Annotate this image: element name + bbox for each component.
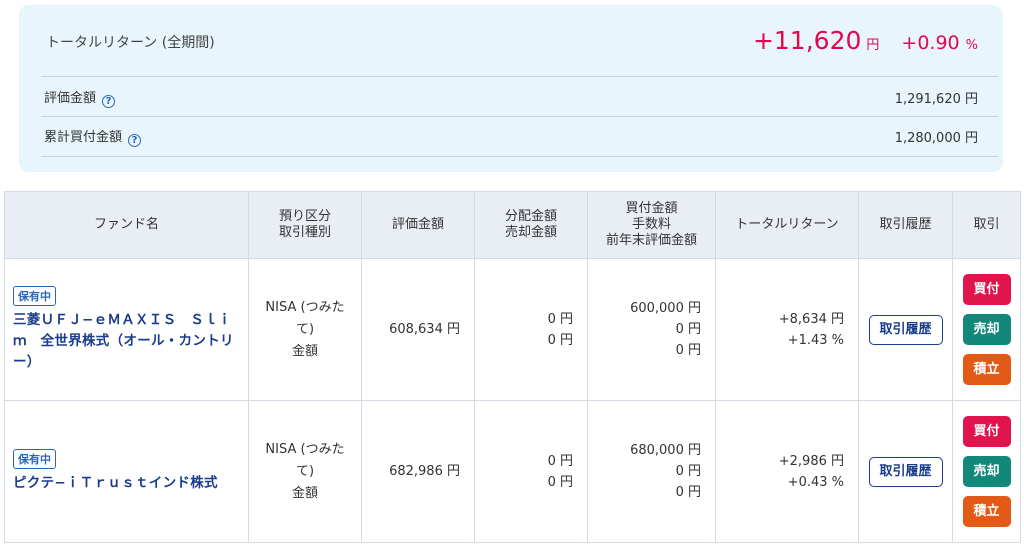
help-icon[interactable]: ?	[102, 94, 116, 108]
sell-button[interactable]: 売却	[962, 314, 1011, 345]
accumulate-button[interactable]: 積立	[962, 354, 1011, 385]
header-custody-2: 取引種別	[278, 225, 331, 240]
total-return-pct-unit: %	[965, 38, 978, 53]
total-return-cell: +2,986 円 +0.43 %	[715, 400, 859, 543]
fee-amount: 0 円	[675, 322, 701, 337]
total-return-pct: +0.90	[901, 32, 960, 54]
history-cell: 取引履歴	[858, 258, 953, 401]
cumulative-buy-label: 累計買付金額	[44, 129, 123, 145]
header-buy-1: 買付金額	[625, 201, 678, 216]
return-amount: +2,986 円	[778, 453, 844, 469]
buy-amount: 680,000 円	[630, 443, 701, 458]
custody-line-3: 金額	[291, 343, 318, 359]
fund-holdings-table: ファンド名 預り区分 取引種別 評価金額 分配金額 売却金額 買付金額 手数料 …	[4, 191, 1021, 543]
help-icon[interactable]: ?	[128, 133, 142, 147]
total-return-row: トータルリターン (全期間) +11,620 円 +0.90 %	[46, 26, 978, 72]
history-cell: 取引履歴	[858, 400, 953, 543]
valuation-cell: 608,634 円	[361, 258, 475, 401]
header-distribution-1: 分配金額	[504, 209, 557, 224]
custody-line-2: て)	[295, 321, 315, 337]
valuation-label: 評価金額	[44, 90, 97, 106]
total-return-label: トータルリターン (全期間)	[46, 35, 215, 51]
trade-cell: 買付 売却 積立	[952, 400, 1021, 543]
header-distribution: 分配金額 売却金額	[474, 191, 588, 259]
fund-cell: 保有中 三菱ＵＦＪ−ｅＭＡＸＩＳ Ｓｌｉｍ 全世界株式（オール・カントリー）	[4, 258, 249, 401]
buy-button[interactable]: 買付	[962, 416, 1011, 447]
header-buy: 買付金額 手数料 前年末評価金額	[587, 191, 716, 259]
trade-actions: 買付 売却 積立	[953, 274, 1020, 385]
trade-actions: 買付 売却 積立	[953, 416, 1020, 527]
cumulative-buy-label-wrap: 累計買付金額?	[44, 126, 142, 147]
header-custody-1: 預り区分	[278, 209, 331, 224]
header-custody: 預り区分 取引種別	[248, 191, 362, 259]
holding-badge: 保有中	[13, 286, 56, 306]
custody-cell: NISA (つみた て) 金額	[248, 400, 362, 543]
prev-year-valuation: 0 円	[675, 343, 701, 358]
valuation-row: 評価金額? 1,291,620 円	[44, 78, 978, 116]
return-summary-panel: トータルリターン (全期間) +11,620 円 +0.90 % 評価金額? 1…	[19, 5, 1003, 172]
valuation-value: 1,291,620 円	[894, 91, 978, 107]
buy-amount: 600,000 円	[630, 301, 701, 316]
table-row: 保有中 三菱ＵＦＪ−ｅＭＡＸＩＳ Ｓｌｉｍ 全世界株式（オール・カントリー） N…	[4, 258, 1021, 401]
total-return-cell: +8,634 円 +1.43 %	[715, 258, 859, 401]
fund-cell: 保有中 ピクテ−ｉＴｒｕｓｔインド株式	[4, 400, 249, 543]
header-buy-3: 前年末評価金額	[605, 233, 697, 248]
cumulative-buy-value: 1,280,000 円	[894, 130, 978, 146]
total-return-unit: 円	[866, 38, 880, 53]
sale-amount: 0 円	[547, 332, 573, 348]
custody-line-1: NISA (つみた	[265, 299, 345, 315]
custody-line-2: て)	[295, 463, 315, 479]
table-header-row: ファンド名 預り区分 取引種別 評価金額 分配金額 売却金額 買付金額 手数料 …	[4, 191, 1021, 259]
buy-cell: 680,000 円 0 円 0 円	[587, 400, 716, 543]
header-trade: 取引	[952, 191, 1021, 259]
total-return-value: +11,620	[752, 26, 862, 55]
distribution-amount: 0 円	[547, 453, 573, 469]
distribution-cell: 0 円 0 円	[474, 258, 588, 401]
return-pct: +0.43 %	[787, 474, 844, 490]
fee-amount: 0 円	[675, 464, 701, 479]
header-valuation: 評価金額	[361, 191, 475, 259]
accumulate-button[interactable]: 積立	[962, 496, 1011, 527]
distribution-amount: 0 円	[547, 311, 573, 327]
prev-year-valuation: 0 円	[675, 485, 701, 500]
holding-badge: 保有中	[13, 449, 56, 469]
fund-name-link[interactable]: 三菱ＵＦＪ−ｅＭＡＸＩＳ Ｓｌｉｍ 全世界株式（オール・カントリー）	[13, 310, 240, 373]
header-distribution-2: 売却金額	[504, 225, 557, 240]
return-pct: +1.43 %	[787, 332, 844, 348]
fund-name-link[interactable]: ピクテ−ｉＴｒｕｓｔインド株式	[13, 473, 240, 494]
buy-button[interactable]: 買付	[962, 274, 1011, 305]
sell-button[interactable]: 売却	[962, 456, 1011, 487]
table-row: 保有中 ピクテ−ｉＴｒｕｓｔインド株式 NISA (つみた て) 金額 682,…	[4, 400, 1021, 543]
history-button[interactable]: 取引履歴	[868, 456, 943, 487]
buy-cell: 600,000 円 0 円 0 円	[587, 258, 716, 401]
distribution-cell: 0 円 0 円	[474, 400, 588, 543]
history-button[interactable]: 取引履歴	[868, 314, 943, 345]
cumulative-buy-row: 累計買付金額? 1,280,000 円	[44, 117, 978, 155]
custody-line-1: NISA (つみた	[265, 441, 345, 457]
divider	[41, 76, 998, 77]
header-history: 取引履歴	[858, 191, 953, 259]
header-total-return: トータルリターン	[715, 191, 859, 259]
total-return-figures: +11,620 円 +0.90 %	[753, 26, 978, 55]
return-amount: +8,634 円	[778, 311, 844, 327]
sale-amount: 0 円	[547, 474, 573, 490]
header-buy-2: 手数料	[631, 217, 671, 232]
header-fund-name: ファンド名	[4, 191, 249, 259]
valuation-label-wrap: 評価金額?	[44, 87, 116, 108]
divider	[41, 156, 998, 157]
valuation-cell: 682,986 円	[361, 400, 475, 543]
custody-cell: NISA (つみた て) 金額	[248, 258, 362, 401]
trade-cell: 買付 売却 積立	[952, 258, 1021, 401]
custody-line-3: 金額	[291, 485, 318, 501]
